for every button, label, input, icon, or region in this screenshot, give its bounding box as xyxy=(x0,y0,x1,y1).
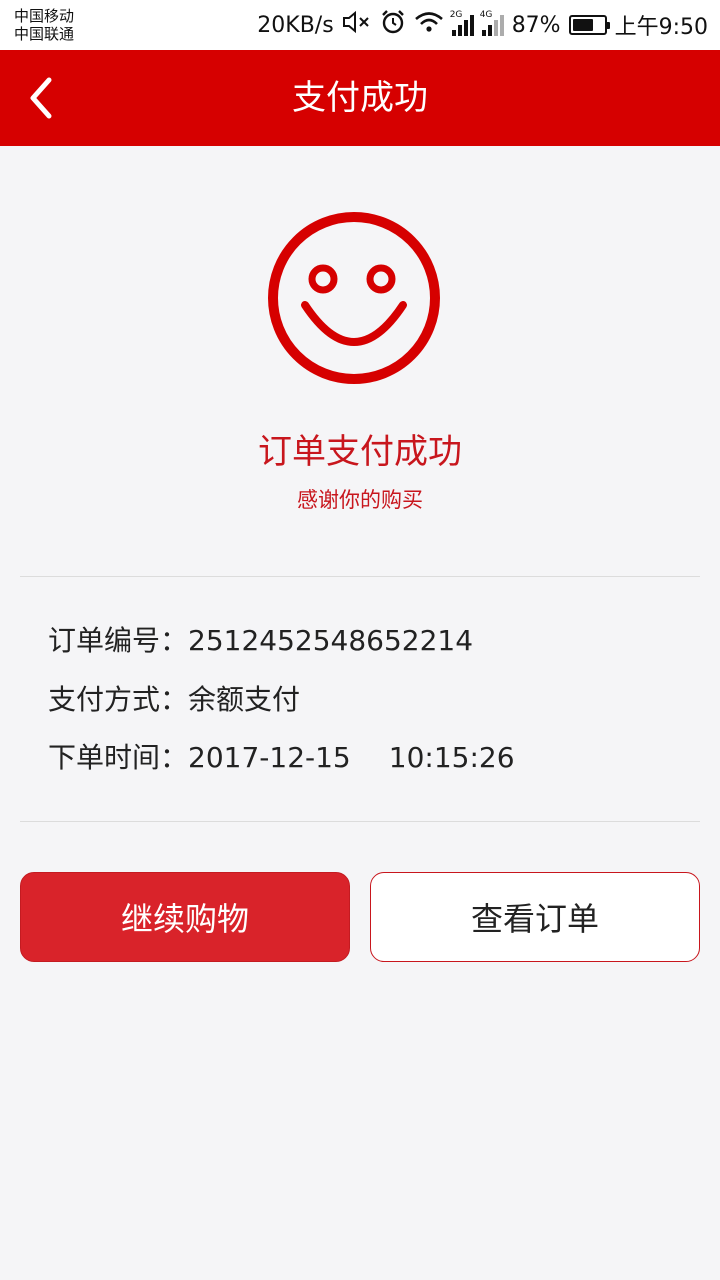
battery-percent: 87% xyxy=(511,12,561,38)
status-bar: 中国移动 中国联通 20KB/s 2G 4G 87% 上午9:50 xyxy=(0,0,720,50)
order-date-value: 2017-12-15 xyxy=(188,741,351,774)
signal-sim1-icon: 2G xyxy=(450,10,474,36)
payment-method-label: 支付方式： xyxy=(48,683,189,716)
continue-shopping-button[interactable]: 继续购物 xyxy=(20,872,350,962)
sim2-generation: 4G xyxy=(479,10,493,20)
signal-sim2-icon: 4G xyxy=(480,10,504,36)
order-number-value: 2512452548652214 xyxy=(188,624,474,657)
sim1-generation: 2G xyxy=(449,10,463,20)
order-time-row: 下单时间：2017-12-15 10:15:26 xyxy=(48,738,515,778)
order-time-value: 10:15:26 xyxy=(388,741,515,774)
divider xyxy=(20,821,700,822)
page-title: 支付成功 xyxy=(292,78,428,118)
net-speed: 20KB/s xyxy=(257,12,334,38)
back-chevron-icon xyxy=(30,77,52,119)
alarm-icon xyxy=(380,9,406,41)
status-icons: 20KB/s 2G 4G 87% 上午9:50 xyxy=(257,0,708,50)
battery-icon xyxy=(568,15,610,35)
success-subtitle: 感谢你的购买 xyxy=(297,488,423,512)
clock: 上午9:50 xyxy=(614,15,708,40)
back-button[interactable] xyxy=(14,72,66,124)
success-title: 订单支付成功 xyxy=(258,432,462,472)
order-number-label: 订单编号： xyxy=(48,624,189,657)
order-number-row: 订单编号：2512452548652214 xyxy=(48,621,473,661)
wifi-icon xyxy=(414,10,444,40)
carrier-1: 中国移动 xyxy=(14,7,75,25)
payment-method-value: 余额支付 xyxy=(188,683,301,716)
view-order-button[interactable]: 查看订单 xyxy=(370,872,700,962)
order-time-label: 下单时间： xyxy=(48,741,189,774)
nav-bar: 支付成功 xyxy=(0,50,720,146)
carrier-2: 中国联通 xyxy=(14,25,75,43)
carrier-info: 中国移动 中国联通 xyxy=(14,7,74,43)
payment-method-row: 支付方式：余额支付 xyxy=(48,680,300,720)
divider xyxy=(20,576,700,577)
smiley-icon xyxy=(268,212,440,384)
mute-icon xyxy=(342,10,372,40)
